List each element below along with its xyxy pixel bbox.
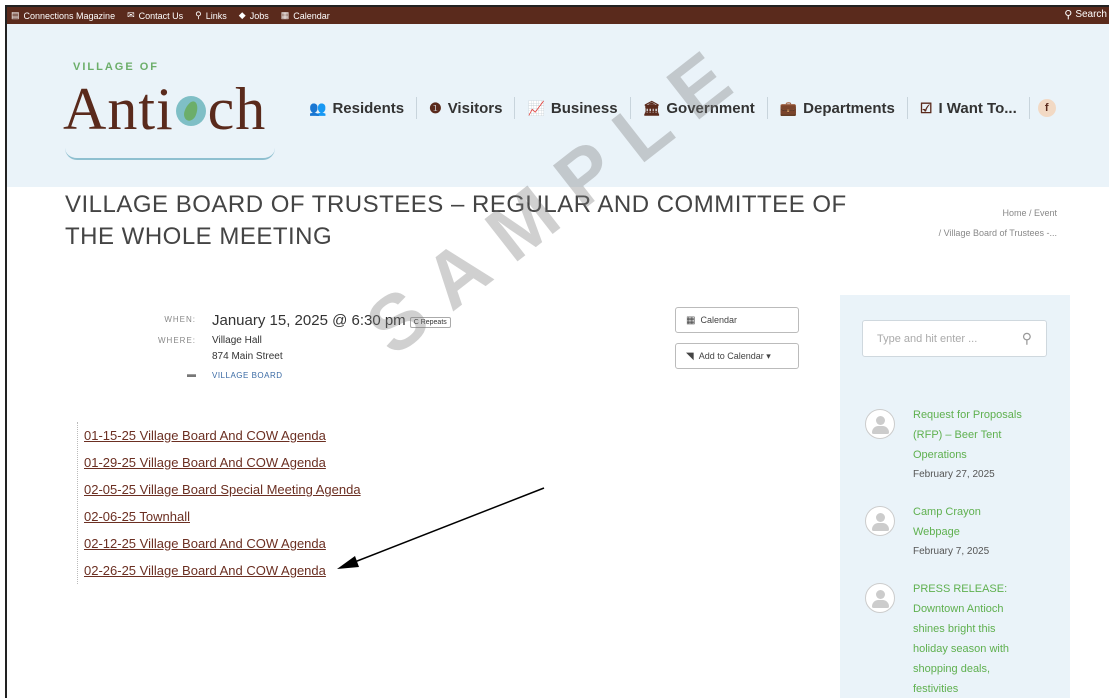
nav-label: Government <box>666 99 755 117</box>
facebook-icon[interactable]: f <box>1037 99 1056 117</box>
search-icon[interactable]: ⚲ <box>1022 330 1032 347</box>
calendar-icon: ▦ <box>686 314 696 326</box>
sidebar-post[interactable]: Request for Proposals (RFP) – Beer Tent … <box>865 405 1055 485</box>
breadcrumb: Home / Event / Village Board of Trustees… <box>939 203 1057 243</box>
post-title-line[interactable]: shopping deals, <box>913 659 1009 679</box>
handshake-icon: ◆ <box>238 10 246 20</box>
event-where-line-2: 874 Main Street <box>212 351 283 362</box>
search-label: Search <box>1075 9 1107 20</box>
post-title-line[interactable]: Camp Crayon <box>913 502 989 522</box>
rss-icon: ◥ <box>686 350 694 362</box>
topbar-link-calendar[interactable]: ▦ Calendar <box>281 10 330 21</box>
sidebar-post[interactable]: Camp Crayon Webpage February 7, 2025 <box>865 502 1055 562</box>
topbar-link-label: Contact Us <box>138 10 184 21</box>
topbar-link-label: Links <box>205 10 227 21</box>
logo-village-of: VILLAGE OF <box>73 61 159 73</box>
search-icon: ⚲ <box>1064 9 1073 21</box>
post-date: February 7, 2025 <box>913 546 990 557</box>
nav-item-government[interactable]: 🏛 Government <box>631 97 768 119</box>
search-placeholder: Type and hit enter ... <box>877 332 978 345</box>
envelope-icon: ✉ <box>127 10 135 20</box>
when-label: WHEN: <box>164 315 196 324</box>
nav-label: Business <box>550 99 618 117</box>
post-title-line[interactable]: shines bright this <box>913 619 1009 639</box>
nav-item-i-want-to[interactable]: ☑ I Want To... <box>908 97 1030 119</box>
nav-item-departments[interactable]: 💼 Departments <box>768 97 908 119</box>
avatar <box>865 583 895 613</box>
add-to-calendar-label: Add to Calendar ▾ <box>698 350 771 361</box>
sidebar-post[interactable]: PRESS RELEASE: Downtown Antioch shines b… <box>865 579 1055 698</box>
chart-icon: 📈 <box>527 99 545 116</box>
post-title-line[interactable]: festivities <box>913 679 1009 698</box>
calendar-button[interactable]: ▦ Calendar <box>675 307 799 333</box>
post-title-line[interactable]: Operations <box>913 445 1022 465</box>
link-icon: ⚲ <box>195 10 202 20</box>
nav-item-business[interactable]: 📈 Business <box>515 97 631 119</box>
add-to-calendar-button[interactable]: ◥ Add to Calendar ▾ <box>675 343 799 369</box>
main-nav: 👥 Residents ❶ Visitors 📈 Business 🏛 Governme… <box>297 97 1056 119</box>
repeats-badge[interactable]: C Repeats <box>409 316 451 328</box>
sidebar: Type and hit enter ... ⚲ Request for Prop… <box>840 295 1070 698</box>
topbar-link-jobs[interactable]: ◆ Jobs <box>239 10 269 21</box>
nav-label: Visitors <box>447 99 503 117</box>
magazine-icon: ▤ <box>11 10 20 20</box>
breadcrumb-line-1[interactable]: Home / Event <box>939 203 1057 223</box>
event-where-line-1: Village Hall <box>212 335 262 346</box>
agenda-link[interactable]: 01-15-25 Village Board And COW Agenda <box>84 422 361 449</box>
nav-item-residents[interactable]: 👥 Residents <box>297 97 418 119</box>
agenda-link[interactable]: 02-06-25 Townhall <box>84 503 361 530</box>
leaf-icon <box>175 96 206 127</box>
event-when: January 15, 2025 @ 6:30 pm <box>212 312 406 329</box>
agenda-link[interactable]: 02-12-25 Village Board And COW Agenda <box>84 530 361 557</box>
topbar-link-label: Jobs <box>249 10 269 21</box>
post-title-line[interactable]: holiday season with <box>913 639 1009 659</box>
page-title: VILLAGE BOARD OF TRUSTEES – REGULAR AND … <box>65 191 847 250</box>
calendar-button-label: Calendar <box>700 315 737 325</box>
breadcrumb-line-2: / Village Board of Trustees -... <box>938 228 1057 238</box>
agenda-link[interactable]: 01-29-25 Village Board And COW Agenda <box>84 449 361 476</box>
nav-label: Residents <box>332 99 405 117</box>
nav-label: Departments <box>803 99 895 117</box>
nav-label: I Want To... <box>938 99 1017 117</box>
logo-text-start: Anti <box>63 76 174 142</box>
agenda-link[interactable]: 02-26-25 Village Board And COW Agenda <box>84 557 361 584</box>
post-title-line[interactable]: Request for Proposals <box>913 405 1022 425</box>
avatar <box>865 409 895 439</box>
nav-item-visitors[interactable]: ❶ Visitors <box>417 97 516 119</box>
residents-icon: 👥 <box>309 99 327 116</box>
briefcase-icon: 💼 <box>779 99 798 116</box>
top-utility-bar: ▤ Connections Magazine ✉ Contact Us ⚲ Links… <box>7 7 1109 24</box>
post-title-line[interactable]: Webpage <box>913 522 989 542</box>
sidebar-search-input[interactable]: Type and hit enter ... ⚲ <box>862 320 1047 357</box>
post-title-line[interactable]: (RFP) – Beer Tent <box>913 425 1022 445</box>
event-details: WHEN: January 15, 2025 @ 6:30 pm C Repeat… <box>107 312 451 384</box>
checkbox-icon: ☑ <box>919 99 933 116</box>
post-title-line[interactable]: PRESS RELEASE: <box>913 579 1009 599</box>
site-header: VILLAGE OF Anti ch 👥 Residents ❶ Visitors 📈… <box>7 24 1109 187</box>
avatar <box>865 506 895 536</box>
site-logo[interactable]: Anti ch <box>63 74 266 144</box>
logo-swoosh <box>65 148 275 160</box>
calendar-icon: ▦ <box>280 10 290 20</box>
topbar-search[interactable]: ⚲ Search <box>1064 8 1107 21</box>
info-icon: ❶ <box>429 99 442 116</box>
where-label: WHERE: <box>158 336 196 345</box>
post-title-line[interactable]: Downtown Antioch <box>913 599 1009 619</box>
agenda-links: 01-15-25 Village Board And COW Agenda 01… <box>77 422 361 584</box>
government-icon: 🏛 <box>642 99 661 116</box>
topbar-link-links[interactable]: ⚲ Links <box>195 10 227 21</box>
topbar-link-magazine[interactable]: ▤ Connections Magazine <box>11 10 115 21</box>
topbar-link-label: Calendar <box>293 10 330 21</box>
topbar-link-contact[interactable]: ✉ Contact Us <box>127 10 183 21</box>
logo-text-end: ch <box>207 76 267 142</box>
agenda-link[interactable]: 02-05-25 Village Board Special Meeting A… <box>84 476 361 503</box>
post-date: February 27, 2025 <box>913 469 995 480</box>
topbar-link-label: Connections Magazine <box>23 10 116 21</box>
event-category[interactable]: VILLAGE BOARD <box>212 369 283 380</box>
browser-frame: ▤ Connections Magazine ✉ Contact Us ⚲ Links… <box>5 5 1109 698</box>
folder-icon: ▬ <box>187 369 196 379</box>
